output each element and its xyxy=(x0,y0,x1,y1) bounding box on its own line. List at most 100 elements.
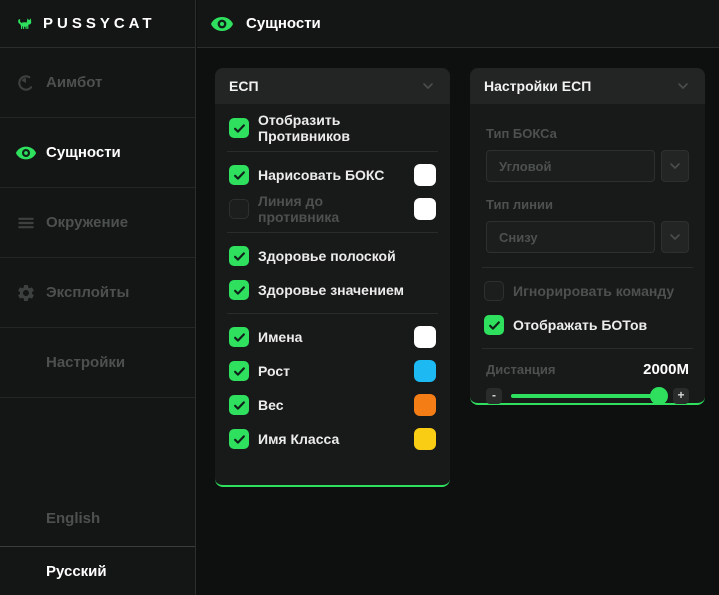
divider xyxy=(227,313,438,314)
sidebar-item-exploits[interactable]: Эксплойты xyxy=(0,258,195,328)
distance-minus-button[interactable]: - xyxy=(486,388,502,404)
checkbox[interactable] xyxy=(229,199,249,219)
checkbox-label: Имена xyxy=(258,329,405,345)
divider xyxy=(482,267,693,268)
esp-settings-panel: Настройки ЕСП Тип БОКСа Угловой Тип лини… xyxy=(470,68,705,405)
sidebar-item-label: Аимбот xyxy=(46,74,102,91)
sidebar-item-settings[interactable]: Настройки xyxy=(0,328,195,398)
language-switcher: English Русский xyxy=(0,490,195,595)
cat-logo-icon xyxy=(17,16,33,32)
check-icon xyxy=(232,283,247,298)
chevron-down-icon[interactable] xyxy=(675,78,691,94)
divider xyxy=(227,232,438,233)
divider xyxy=(482,348,693,349)
distance-label: Дистанция xyxy=(486,362,556,377)
gear-icon xyxy=(14,281,38,305)
check-icon xyxy=(232,121,247,136)
distance-slider: - + xyxy=(470,388,705,404)
divider xyxy=(227,151,438,152)
checkbox[interactable] xyxy=(229,327,249,347)
sidebar-item-environment[interactable]: Окружение xyxy=(0,188,195,258)
aimbot-icon xyxy=(14,71,38,95)
line-type-select[interactable]: Снизу xyxy=(486,221,655,253)
color-swatch[interactable] xyxy=(414,394,436,416)
checkbox[interactable] xyxy=(229,246,249,266)
checkbox-row: Отображать БОТов xyxy=(470,308,705,342)
chevron-down-icon xyxy=(667,158,683,174)
checkbox-label: Нарисовать БОКС xyxy=(258,167,405,183)
language-item-russian[interactable]: Русский xyxy=(0,547,195,595)
sidebar-item-entities[interactable]: Сущности xyxy=(0,118,195,188)
checkbox-label: Имя Класса xyxy=(258,431,405,447)
color-swatch[interactable] xyxy=(414,164,436,186)
esp-settings-title: Настройки ЕСП xyxy=(484,78,591,94)
checkbox-row: Вес xyxy=(215,388,450,422)
sidebar-item-label: Эксплойты xyxy=(46,284,129,301)
checkbox-row: Отобразить Противников xyxy=(215,111,450,145)
checkbox-label: Игнорировать команду xyxy=(513,283,691,299)
eye-icon xyxy=(14,141,38,165)
slider-track[interactable] xyxy=(511,394,664,398)
color-swatch[interactable] xyxy=(414,360,436,382)
distance-plus-button[interactable]: + xyxy=(673,388,689,404)
color-swatch[interactable] xyxy=(414,198,436,220)
esp-settings-body: Тип БОКСа Угловой Тип линии Снизу xyxy=(470,104,705,404)
sidebar-item-label: Настройки xyxy=(46,354,125,371)
checkbox-row: Здоровье значением xyxy=(215,273,450,307)
box-type-field: Тип БОКСа Угловой xyxy=(470,126,705,182)
brand-name: PUSSYCAT xyxy=(43,15,156,32)
checkbox[interactable] xyxy=(484,315,504,335)
checkbox[interactable] xyxy=(229,395,249,415)
check-icon xyxy=(232,249,247,264)
page-title: Сущности xyxy=(246,15,321,32)
box-type-label: Тип БОКСа xyxy=(486,126,689,141)
checkbox-row: Линия до противника xyxy=(215,192,450,226)
check-icon xyxy=(232,398,247,413)
menu-icon xyxy=(14,211,38,235)
settings-icon-placeholder xyxy=(14,351,38,375)
line-type-label: Тип линии xyxy=(486,197,689,212)
checkbox-label: Отображать БОТов xyxy=(513,317,691,333)
esp-panel-header[interactable]: ЕСП xyxy=(215,68,450,104)
line-type-field: Тип линии Снизу xyxy=(470,197,705,253)
checkbox-row: Рост xyxy=(215,354,450,388)
checkbox[interactable] xyxy=(229,118,249,138)
checkbox[interactable] xyxy=(229,280,249,300)
sidebar-item-label: Окружение xyxy=(46,214,128,231)
checkbox-label: Рост xyxy=(258,363,405,379)
checkbox[interactable] xyxy=(229,429,249,449)
sidebar-item-aimbot[interactable]: Аимбот xyxy=(0,48,195,118)
checkbox-row: Игнорировать команду xyxy=(470,274,705,308)
checkbox-label: Вес xyxy=(258,397,405,413)
eye-icon xyxy=(210,12,234,36)
check-icon xyxy=(487,318,502,333)
esp-panel-body: Отобразить Противников Нарисовать БОКС Л… xyxy=(215,104,450,456)
box-type-select-button[interactable] xyxy=(661,150,689,182)
sidebar-item-label: Сущности xyxy=(46,144,121,161)
language-item-english[interactable]: English xyxy=(0,490,195,547)
color-swatch[interactable] xyxy=(414,428,436,450)
slider-fill xyxy=(511,394,659,398)
distance-value: 2000М xyxy=(643,361,689,378)
checkbox-row: Здоровье полоской xyxy=(215,239,450,273)
checkbox[interactable] xyxy=(484,281,504,301)
chevron-down-icon xyxy=(667,229,683,245)
sidebar: PUSSYCAT Аимбот Сущности xyxy=(0,0,196,595)
slider-thumb[interactable] xyxy=(650,387,668,405)
topbar: Сущности xyxy=(197,0,719,48)
app-window: PUSSYCAT Аимбот Сущности xyxy=(0,0,719,595)
color-swatch[interactable] xyxy=(414,326,436,348)
checkbox[interactable] xyxy=(229,165,249,185)
esp-settings-header[interactable]: Настройки ЕСП xyxy=(470,68,705,104)
distance-header: Дистанция 2000М xyxy=(470,361,705,378)
checkbox-row: Имена xyxy=(215,320,450,354)
checkbox-row: Нарисовать БОКС xyxy=(215,158,450,192)
box-type-select[interactable]: Угловой xyxy=(486,150,655,182)
check-icon xyxy=(232,432,247,447)
checkbox[interactable] xyxy=(229,361,249,381)
check-icon xyxy=(232,330,247,345)
logo-row: PUSSYCAT xyxy=(0,0,195,48)
checkbox-label: Здоровье значением xyxy=(258,282,436,298)
line-type-select-button[interactable] xyxy=(661,221,689,253)
chevron-down-icon[interactable] xyxy=(420,78,436,94)
